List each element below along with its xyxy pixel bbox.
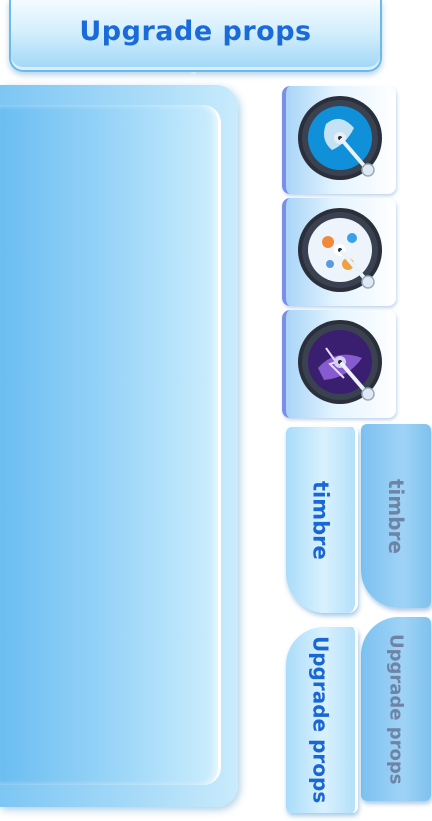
tab-upgrade-props-label: Upgrade props [308, 636, 333, 804]
tab-upgrade-props-secondary-label: Upgrade props [385, 633, 407, 785]
record-disc-icon [298, 208, 382, 292]
content-panel-inner [0, 105, 221, 785]
disc-list [282, 86, 396, 420]
page-title: Upgrade props [79, 15, 312, 47]
tab-upgrade-props-secondary[interactable]: Upgrade props [361, 617, 431, 801]
content-panel [0, 85, 238, 807]
tab-timbre-secondary-label: timbre [384, 478, 408, 554]
tab-timbre[interactable]: timbre [286, 427, 358, 613]
title-divider [191, 72, 196, 75]
title-tab: Upgrade props [9, 0, 382, 72]
tab-timbre-secondary[interactable]: timbre [361, 424, 431, 608]
disc-slot-2[interactable] [282, 198, 396, 306]
record-disc-icon [298, 320, 382, 404]
tab-timbre-label: timbre [308, 480, 333, 560]
disc-slot-3[interactable] [282, 310, 396, 418]
disc-slot-1[interactable] [282, 86, 396, 194]
record-disc-icon [298, 96, 382, 180]
tab-upgrade-props[interactable]: Upgrade props [286, 627, 358, 813]
